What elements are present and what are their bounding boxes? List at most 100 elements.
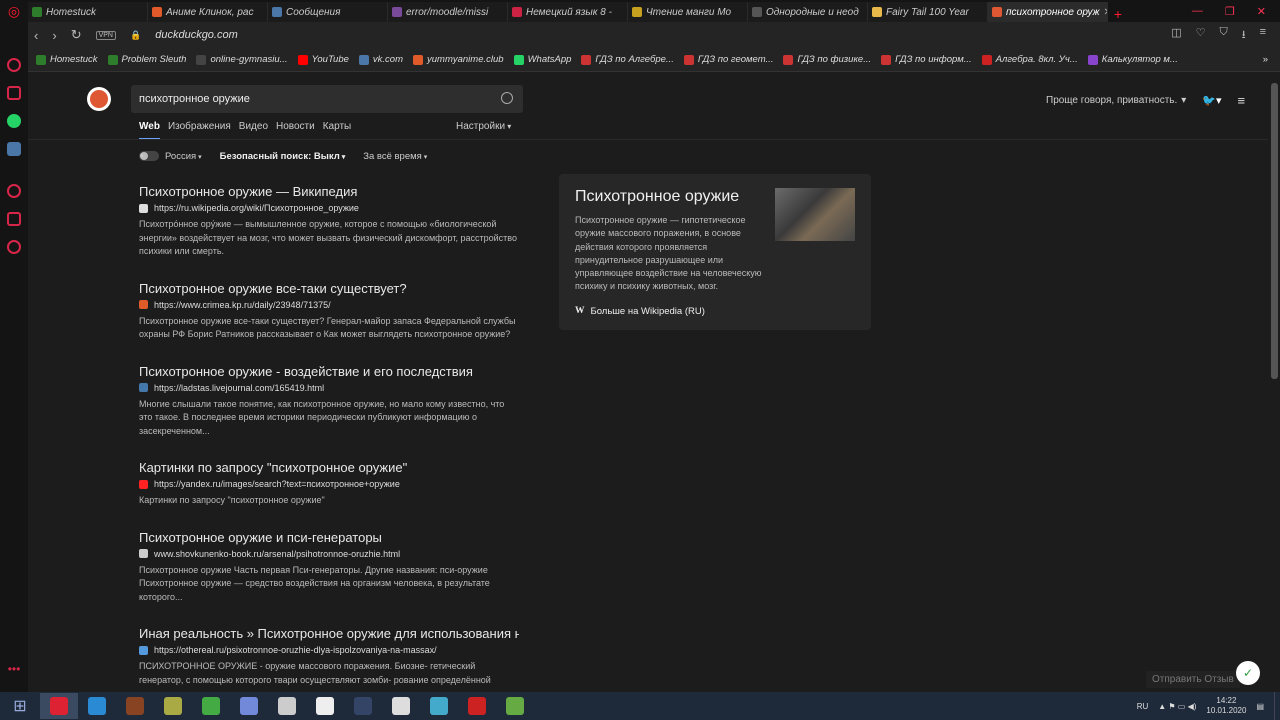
result-title-link[interactable]: Психотронное оружие и пси-генераторы xyxy=(139,530,519,545)
browser-tab[interactable]: Немецкий язык 8 - xyxy=(508,2,628,22)
collapse-chevron-icon[interactable]: ▾ xyxy=(1181,95,1186,106)
search-tab[interactable]: Изображения xyxy=(168,121,231,140)
show-desktop-button[interactable] xyxy=(1274,692,1280,720)
time-filter[interactable]: За всё время xyxy=(363,151,427,162)
twitter-icon[interactable]: 🐦▾ xyxy=(1202,94,1221,107)
taskbar-app-icon[interactable] xyxy=(116,693,154,719)
wikipedia-more-link[interactable]: W Больше на Wikipedia (RU) xyxy=(575,306,855,317)
url-field[interactable]: duckduckgo.com xyxy=(155,29,238,41)
safe-search-filter[interactable]: Безопасный поиск: Выкл xyxy=(220,151,346,162)
sidebar-more-icon[interactable]: ••• xyxy=(8,662,21,676)
taskbar-app-icon[interactable] xyxy=(458,693,496,719)
bookmarks-more-icon[interactable]: » xyxy=(1263,54,1280,65)
taskbar-app-icon[interactable] xyxy=(306,693,344,719)
search-tab[interactable]: Web xyxy=(139,121,160,140)
result-title-link[interactable]: Иная реальность » Психотронное оружие дл… xyxy=(139,626,519,641)
whatsapp-icon[interactable] xyxy=(7,114,21,128)
browser-tab[interactable]: Fairy Tail 100 Year xyxy=(868,2,988,22)
search-icon[interactable] xyxy=(501,92,513,104)
scrollbar-thumb[interactable] xyxy=(1271,83,1278,379)
notifications-icon[interactable]: ▤ xyxy=(1256,702,1264,711)
adblock-shield-icon[interactable]: ⛉ xyxy=(1219,26,1227,45)
settings-dropdown[interactable]: Настройки xyxy=(456,121,511,132)
bookmark-item[interactable]: ГДЗ по физике... xyxy=(783,54,871,65)
feedback-button[interactable]: Отправить Отзыв xyxy=(1146,671,1240,688)
result-url[interactable]: https://www.crimea.kp.ru/daily/23948/713… xyxy=(139,300,519,310)
browser-tab[interactable]: Homestuck xyxy=(28,2,148,22)
browser-tab[interactable]: Аниме Клинок, рас xyxy=(148,2,268,22)
bookmark-item[interactable]: Калькулятор м... xyxy=(1087,54,1178,65)
result-url[interactable]: https://ru.wikipedia.org/wiki/Психотронн… xyxy=(139,203,519,213)
search-tab[interactable]: Видео xyxy=(239,121,268,140)
bookmark-item[interactable]: YouTube xyxy=(297,54,349,65)
speed-dial-icon[interactable] xyxy=(7,58,21,72)
history-icon[interactable] xyxy=(7,184,21,198)
taskbar-app-icon[interactable] xyxy=(154,693,192,719)
minimize-icon[interactable]: — xyxy=(1192,5,1203,17)
taskbar-app-icon[interactable] xyxy=(420,693,458,719)
bookmark-item[interactable]: ГДЗ по Алгебре... xyxy=(581,54,674,65)
privacy-shield-icon[interactable]: ✓ xyxy=(1236,661,1260,685)
start-button-icon[interactable]: ⊞ xyxy=(0,692,40,720)
taskbar-app-icon[interactable] xyxy=(344,693,382,719)
bookmark-item[interactable]: ГДЗ по геомет... xyxy=(683,54,773,65)
back-icon[interactable]: ‹ xyxy=(34,28,38,43)
region-toggle[interactable] xyxy=(139,151,159,162)
bookmark-item[interactable]: yummyanime.club xyxy=(413,54,504,65)
browser-tab[interactable]: Сообщения xyxy=(268,2,388,22)
reload-icon[interactable]: ↻ xyxy=(71,27,82,43)
duckduckgo-logo-icon[interactable] xyxy=(87,87,111,111)
taskbar-app-icon[interactable] xyxy=(382,693,420,719)
result-title-link[interactable]: Психотронное оружие - воздействие и его … xyxy=(139,364,519,379)
result-url[interactable]: https://othereal.ru/psixotronnoe-oruzhie… xyxy=(139,645,519,655)
result-url[interactable]: https://ladstas.livejournal.com/165419.h… xyxy=(139,383,519,393)
bookmark-item[interactable]: Problem Sleuth xyxy=(107,54,186,65)
browser-tab[interactable]: Однородные и неод xyxy=(748,2,868,22)
bookmark-item[interactable]: online-gymnasiu... xyxy=(196,54,288,65)
result-title-link[interactable]: Картинки по запросу "психотронное оружие… xyxy=(139,460,519,475)
search-tab[interactable]: Карты xyxy=(323,121,352,140)
taskbar-app-icon[interactable] xyxy=(40,693,78,719)
language-indicator[interactable]: RU xyxy=(1137,702,1149,711)
clock[interactable]: 14:22 10.01.2020 xyxy=(1206,696,1246,716)
tray-icons[interactable]: ▲ ⚑ ▭ ◀) xyxy=(1158,702,1196,711)
hamburger-menu-icon[interactable]: ≡ xyxy=(1238,93,1246,108)
extensions-icon[interactable] xyxy=(7,212,21,226)
search-tab[interactable]: Новости xyxy=(276,121,315,140)
vpn-badge[interactable]: VPN xyxy=(95,30,116,40)
opera-menu-icon[interactable]: ◎ xyxy=(0,0,28,22)
forward-icon[interactable]: › xyxy=(52,28,56,43)
snapshot-icon[interactable]: ◫ xyxy=(1171,26,1181,45)
messenger-icon[interactable] xyxy=(7,86,21,100)
settings-icon[interactable] xyxy=(7,240,21,254)
bookmark-item[interactable]: ГДЗ по информ... xyxy=(881,54,972,65)
new-tab-button[interactable]: + xyxy=(1108,6,1128,22)
region-filter[interactable]: Россия xyxy=(139,151,202,162)
taskbar-app-icon[interactable] xyxy=(268,693,306,719)
bookmark-item[interactable]: Homestuck xyxy=(36,54,98,65)
result-title-link[interactable]: Психотронное оружие все-таки существует? xyxy=(139,281,519,296)
heart-icon[interactable]: ♡ xyxy=(1196,26,1206,45)
bookmark-item[interactable]: vk.com xyxy=(358,54,403,65)
taskbar-app-icon[interactable] xyxy=(192,693,230,719)
easy-setup-icon[interactable]: ≡ xyxy=(1260,26,1266,45)
close-icon[interactable]: ✕ xyxy=(1257,5,1266,18)
browser-tab[interactable]: психотронное оруж✕ xyxy=(988,2,1108,22)
taskbar-app-icon[interactable] xyxy=(78,693,116,719)
result-url[interactable]: www.shovkunenko-book.ru/arsenal/psihotro… xyxy=(139,549,519,559)
privacy-tagline-dropdown[interactable]: Проще говоря, приватность. xyxy=(1046,95,1177,106)
bookmark-item[interactable]: WhatsApp xyxy=(513,54,571,65)
bookmark-item[interactable]: Алгебра. 8кл. Уч... xyxy=(981,54,1078,65)
vk-icon[interactable] xyxy=(7,142,21,156)
knowledge-panel-image[interactable] xyxy=(775,188,855,241)
taskbar-app-icon[interactable] xyxy=(230,693,268,719)
maximize-icon[interactable]: ❐ xyxy=(1225,5,1235,18)
browser-tab[interactable]: error/moodle/missi xyxy=(388,2,508,22)
result-title-link[interactable]: Психотронное оружие — Википедия xyxy=(139,184,519,199)
taskbar-app-icon[interactable] xyxy=(496,693,534,719)
download-icon[interactable]: ⭳ xyxy=(1242,26,1246,45)
search-input[interactable]: психотронное оружие xyxy=(131,85,523,113)
page-scrollbar[interactable] xyxy=(1268,73,1280,692)
browser-tab[interactable]: Чтение манги Мо xyxy=(628,2,748,22)
result-url[interactable]: https://yandex.ru/images/search?text=пси… xyxy=(139,479,519,489)
